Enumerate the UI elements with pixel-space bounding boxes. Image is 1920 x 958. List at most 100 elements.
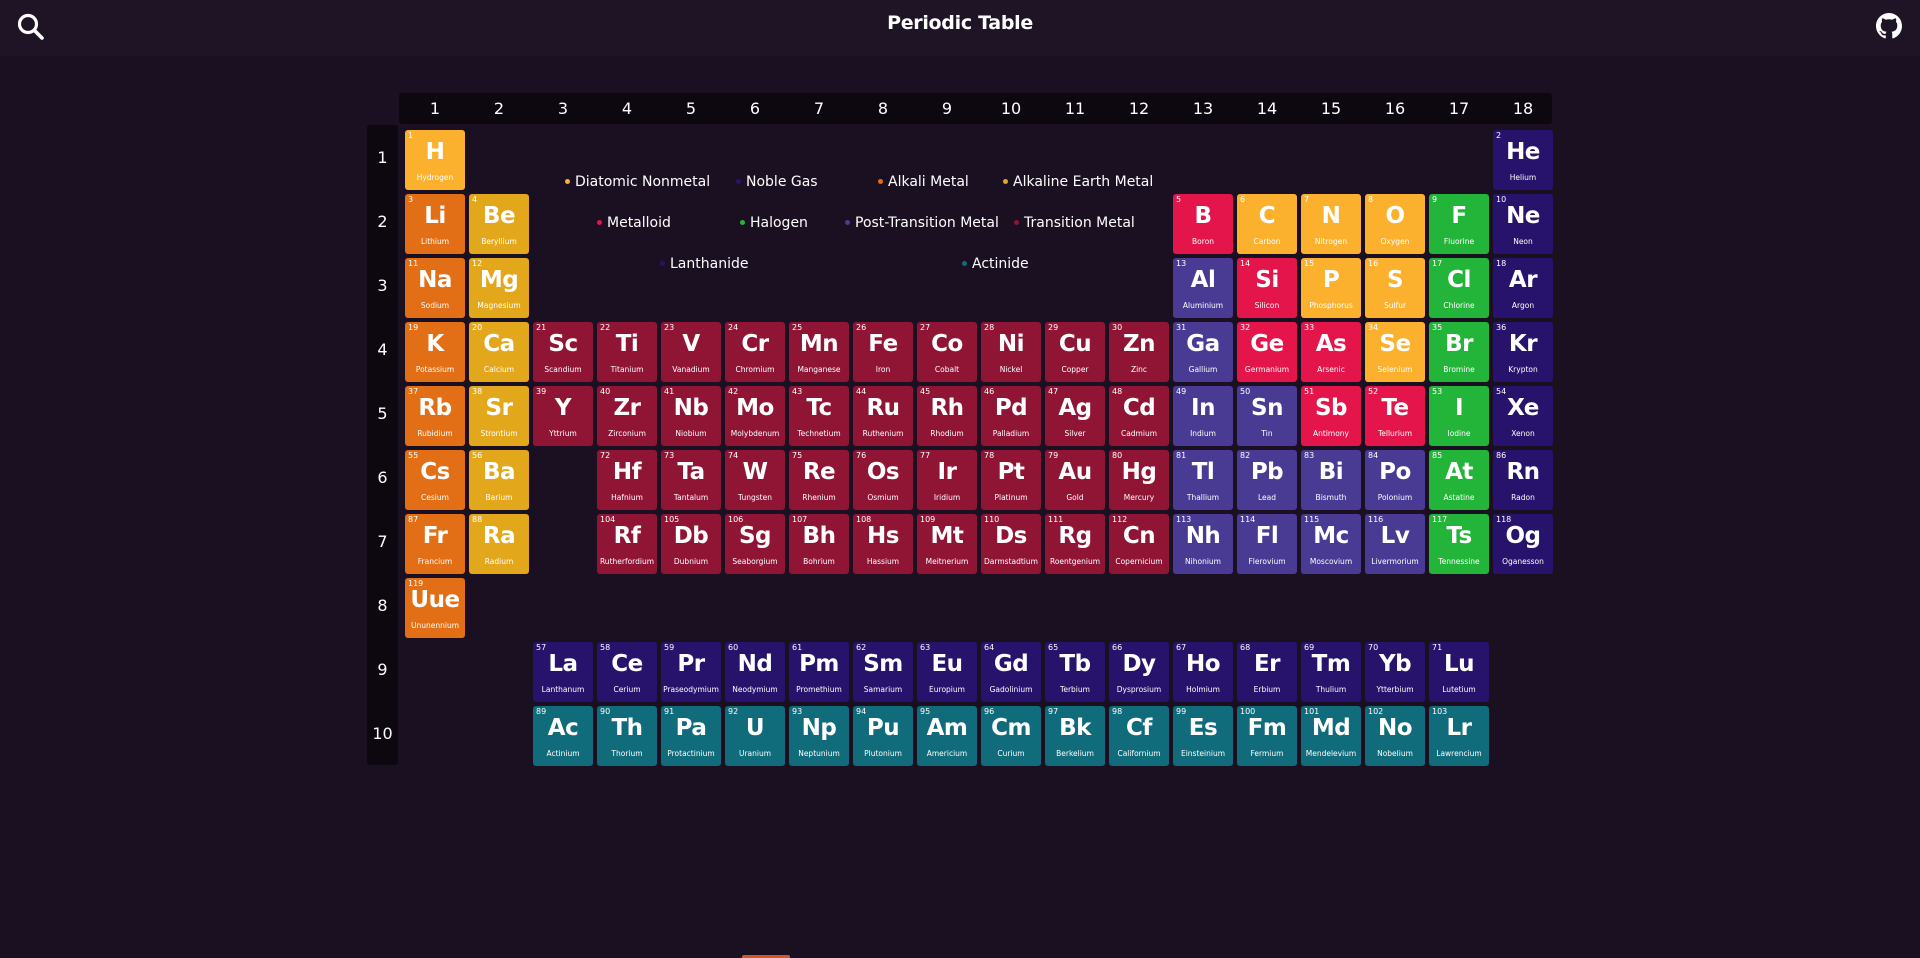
element-cell-og[interactable]: 118 Og Oganesson [1493,514,1553,574]
element-cell-ce[interactable]: 58 Ce Cerium [597,642,657,702]
element-cell-np[interactable]: 93 Np Neptunium [789,706,849,766]
element-cell-pb[interactable]: 82 Pb Lead [1237,450,1297,510]
element-cell-li[interactable]: 3 Li Lithium [405,194,465,254]
element-cell-cu[interactable]: 29 Cu Copper [1045,322,1105,382]
legend-item-metalloid[interactable]: Metalloid [597,215,671,231]
element-cell-ta[interactable]: 73 Ta Tantalum [661,450,721,510]
element-cell-os[interactable]: 76 Os Osmium [853,450,913,510]
element-cell-cr[interactable]: 24 Cr Chromium [725,322,785,382]
element-cell-nd[interactable]: 60 Nd Neodymium [725,642,785,702]
element-cell-br[interactable]: 35 Br Bromine [1429,322,1489,382]
element-cell-co[interactable]: 27 Co Cobalt [917,322,977,382]
element-cell-fe[interactable]: 26 Fe Iron [853,322,913,382]
element-cell-ga[interactable]: 31 Ga Gallium [1173,322,1233,382]
element-cell-ca[interactable]: 20 Ca Calcium [469,322,529,382]
element-cell-tc[interactable]: 43 Tc Technetium [789,386,849,446]
element-cell-cn[interactable]: 112 Cn Copernicium [1109,514,1169,574]
element-cell-zn[interactable]: 30 Zn Zinc [1109,322,1169,382]
element-cell-sn[interactable]: 50 Sn Tin [1237,386,1297,446]
element-cell-ar[interactable]: 18 Ar Argon [1493,258,1553,318]
element-cell-mn[interactable]: 25 Mn Manganese [789,322,849,382]
element-cell-ho[interactable]: 67 Ho Holmium [1173,642,1233,702]
element-cell-sc[interactable]: 21 Sc Scandium [533,322,593,382]
element-cell-la[interactable]: 57 La Lanthanum [533,642,593,702]
element-cell-cd[interactable]: 48 Cd Cadmium [1109,386,1169,446]
legend-item-actinide[interactable]: Actinide [962,256,1029,272]
element-cell-f[interactable]: 9 F Fluorine [1429,194,1489,254]
element-cell-p[interactable]: 15 P Phosphorus [1301,258,1361,318]
element-cell-es[interactable]: 99 Es Einsteinium [1173,706,1233,766]
element-cell-lv[interactable]: 116 Lv Livermorium [1365,514,1425,574]
element-cell-si[interactable]: 14 Si Silicon [1237,258,1297,318]
element-cell-md[interactable]: 101 Md Mendelevium [1301,706,1361,766]
element-cell-tl[interactable]: 81 Tl Thallium [1173,450,1233,510]
element-cell-dy[interactable]: 66 Dy Dysprosium [1109,642,1169,702]
element-cell-cf[interactable]: 98 Cf Californium [1109,706,1169,766]
element-cell-gd[interactable]: 64 Gd Gadolinium [981,642,1041,702]
element-cell-am[interactable]: 95 Am Americium [917,706,977,766]
element-cell-kr[interactable]: 36 Kr Krypton [1493,322,1553,382]
element-cell-ti[interactable]: 22 Ti Titanium [597,322,657,382]
element-cell-th[interactable]: 90 Th Thorium [597,706,657,766]
element-cell-xe[interactable]: 54 Xe Xenon [1493,386,1553,446]
element-cell-hs[interactable]: 108 Hs Hassium [853,514,913,574]
element-cell-bh[interactable]: 107 Bh Bohrium [789,514,849,574]
element-cell-ts[interactable]: 117 Ts Tennessine [1429,514,1489,574]
github-link[interactable] [1876,13,1902,39]
element-cell-sb[interactable]: 51 Sb Antimony [1301,386,1361,446]
element-cell-fm[interactable]: 100 Fm Fermium [1237,706,1297,766]
element-cell-rn[interactable]: 86 Rn Radon [1493,450,1553,510]
element-cell-pu[interactable]: 94 Pu Plutonium [853,706,913,766]
element-cell-n[interactable]: 7 N Nitrogen [1301,194,1361,254]
element-cell-sr[interactable]: 38 Sr Strontium [469,386,529,446]
legend-item-alkali[interactable]: Alkali Metal [878,174,969,190]
element-cell-in[interactable]: 49 In Indium [1173,386,1233,446]
element-cell-rb[interactable]: 37 Rb Rubidium [405,386,465,446]
element-cell-o[interactable]: 8 O Oxygen [1365,194,1425,254]
element-cell-tm[interactable]: 69 Tm Thulium [1301,642,1361,702]
element-cell-cs[interactable]: 55 Cs Cesium [405,450,465,510]
element-cell-po[interactable]: 84 Po Polonium [1365,450,1425,510]
element-cell-ra[interactable]: 88 Ra Radium [469,514,529,574]
element-cell-sg[interactable]: 106 Sg Seaborgium [725,514,785,574]
element-cell-ba[interactable]: 56 Ba Barium [469,450,529,510]
element-cell-ru[interactable]: 44 Ru Ruthenium [853,386,913,446]
element-cell-hf[interactable]: 72 Hf Hafnium [597,450,657,510]
element-cell-b[interactable]: 5 B Boron [1173,194,1233,254]
element-cell-ag[interactable]: 47 Ag Silver [1045,386,1105,446]
element-cell-mg[interactable]: 12 Mg Magnesium [469,258,529,318]
legend-item-diatomic[interactable]: Diatomic Nonmetal [565,174,710,190]
element-cell-lr[interactable]: 103 Lr Lawrencium [1429,706,1489,766]
element-cell-he[interactable]: 2 He Helium [1493,130,1553,190]
element-cell-bi[interactable]: 83 Bi Bismuth [1301,450,1361,510]
element-cell-u[interactable]: 92 U Uranium [725,706,785,766]
element-cell-as[interactable]: 33 As Arsenic [1301,322,1361,382]
element-cell-pa[interactable]: 91 Pa Protactinium [661,706,721,766]
element-cell-rh[interactable]: 45 Rh Rhodium [917,386,977,446]
element-cell-hg[interactable]: 80 Hg Mercury [1109,450,1169,510]
element-cell-eu[interactable]: 63 Eu Europium [917,642,977,702]
element-cell-bk[interactable]: 97 Bk Berkelium [1045,706,1105,766]
element-cell-ge[interactable]: 32 Ge Germanium [1237,322,1297,382]
element-cell-rf[interactable]: 104 Rf Rutherfordium [597,514,657,574]
element-cell-uue[interactable]: 119 Uue Ununennium [405,578,465,638]
legend-item-noble[interactable]: Noble Gas [736,174,818,190]
element-cell-pm[interactable]: 61 Pm Promethium [789,642,849,702]
element-cell-al[interactable]: 13 Al Aluminium [1173,258,1233,318]
element-cell-v[interactable]: 23 V Vanadium [661,322,721,382]
element-cell-mc[interactable]: 115 Mc Moscovium [1301,514,1361,574]
element-cell-rg[interactable]: 111 Rg Roentgenium [1045,514,1105,574]
element-cell-be[interactable]: 4 Be Beryllium [469,194,529,254]
element-cell-s[interactable]: 16 S Sulfur [1365,258,1425,318]
element-cell-na[interactable]: 11 Na Sodium [405,258,465,318]
element-cell-nh[interactable]: 113 Nh Nihonium [1173,514,1233,574]
legend-item-post[interactable]: Post-Transition Metal [845,215,999,231]
element-cell-lu[interactable]: 71 Lu Lutetium [1429,642,1489,702]
element-cell-fr[interactable]: 87 Fr Francium [405,514,465,574]
element-cell-i[interactable]: 53 I Iodine [1429,386,1489,446]
element-cell-no[interactable]: 102 No Nobelium [1365,706,1425,766]
legend-item-halogen[interactable]: Halogen [740,215,808,231]
element-cell-nb[interactable]: 41 Nb Niobium [661,386,721,446]
element-cell-yb[interactable]: 70 Yb Ytterbium [1365,642,1425,702]
element-cell-pr[interactable]: 59 Pr Praseodymium [661,642,721,702]
